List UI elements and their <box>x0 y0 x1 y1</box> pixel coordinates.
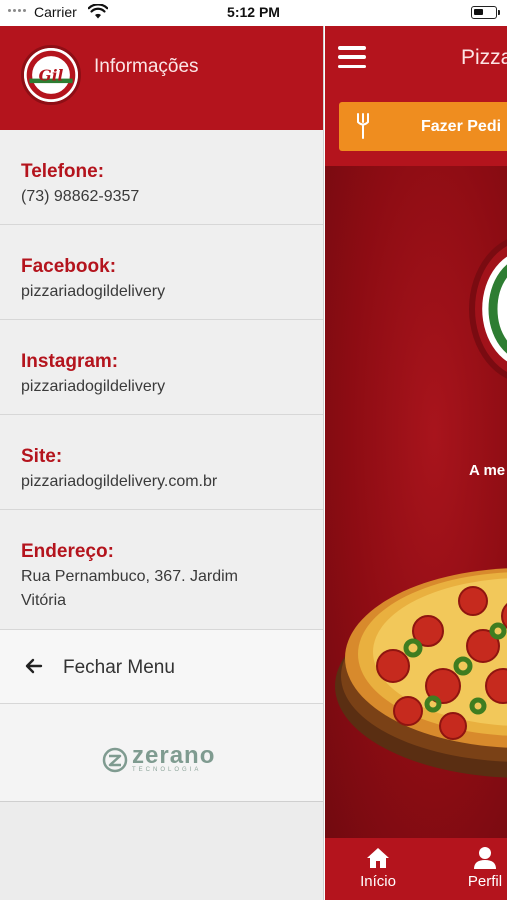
info-value: pizzariadogildelivery.com.br <box>21 473 218 490</box>
logo-text: Gil <box>39 66 64 84</box>
tab-bar: Início Perfil <box>325 838 507 900</box>
home-icon <box>367 848 389 868</box>
brand-name: zerano <box>132 742 216 769</box>
logo-icon: Gil <box>24 48 78 102</box>
info-item-site[interactable]: Site: pizzariadogildelivery.com.br <box>0 415 323 510</box>
hero-banner: G A me <box>325 166 507 838</box>
order-area: Fazer Pedi <box>325 86 507 166</box>
close-menu-label: Fechar Menu <box>63 657 175 678</box>
info-item-address[interactable]: Endereço: Rua Pernambuco, 367. Jardim Vi… <box>0 510 323 630</box>
status-bar: Carrier 5:12 PM <box>0 0 507 26</box>
zerano-mark-icon <box>102 747 128 772</box>
hamburger-menu-icon[interactable] <box>338 46 366 68</box>
info-label: Site: <box>21 446 63 467</box>
fork-icon <box>357 113 369 139</box>
info-value: Rua Pernambuco, 367. Jardim Vitória <box>21 568 238 609</box>
info-value: pizzariadogildelivery <box>21 378 166 395</box>
order-button-label: Fazer Pedi <box>421 118 502 135</box>
hero-logo-icon: G <box>482 256 507 362</box>
user-icon <box>474 847 496 869</box>
clock: 5:12 PM <box>227 4 280 20</box>
side-drawer: Gil Informações Telefone: (73) 98862-935… <box>0 26 324 900</box>
drawer-header: Gil Informações <box>0 26 323 130</box>
restaurant-logo: Gil <box>21 45 81 105</box>
tagline: A me <box>469 462 506 479</box>
order-button[interactable]: Fazer Pedi <box>339 102 507 151</box>
info-value: (73) 98862-9357 <box>21 188 140 205</box>
page-title: Pizza <box>461 46 507 69</box>
battery-icon <box>471 6 500 19</box>
info-label: Instagram: <box>21 351 119 372</box>
info-item-facebook[interactable]: Facebook: pizzariadogildelivery <box>0 225 323 320</box>
brand-footer: zerano TECNOLOGIA <box>0 704 323 802</box>
zerano-logo: zerano TECNOLOGIA <box>102 742 216 773</box>
info-item-phone[interactable]: Telefone: (73) 98862-9357 <box>0 130 323 225</box>
tab-profile-label: Perfil <box>467 873 503 890</box>
hero-logo: G <box>469 234 507 384</box>
main-screen: Pizza Fazer Pedi G A me <box>325 26 507 900</box>
info-label: Telefone: <box>21 161 105 182</box>
tab-profile[interactable]: Perfil <box>445 846 507 890</box>
info-value: pizzariadogildelivery <box>21 283 166 300</box>
arrow-left-icon <box>25 658 43 674</box>
top-bar: Pizza <box>325 26 507 86</box>
info-label: Facebook: <box>21 256 117 277</box>
close-menu-button[interactable]: Fechar Menu <box>0 630 323 704</box>
info-label: Endereço: <box>21 541 114 562</box>
tab-home[interactable]: Início <box>338 846 418 890</box>
pizza-image <box>335 568 507 778</box>
tab-home-label: Início <box>360 873 396 890</box>
info-item-instagram[interactable]: Instagram: pizzariadogildelivery <box>0 320 323 415</box>
drawer-title: Informações <box>94 56 199 77</box>
